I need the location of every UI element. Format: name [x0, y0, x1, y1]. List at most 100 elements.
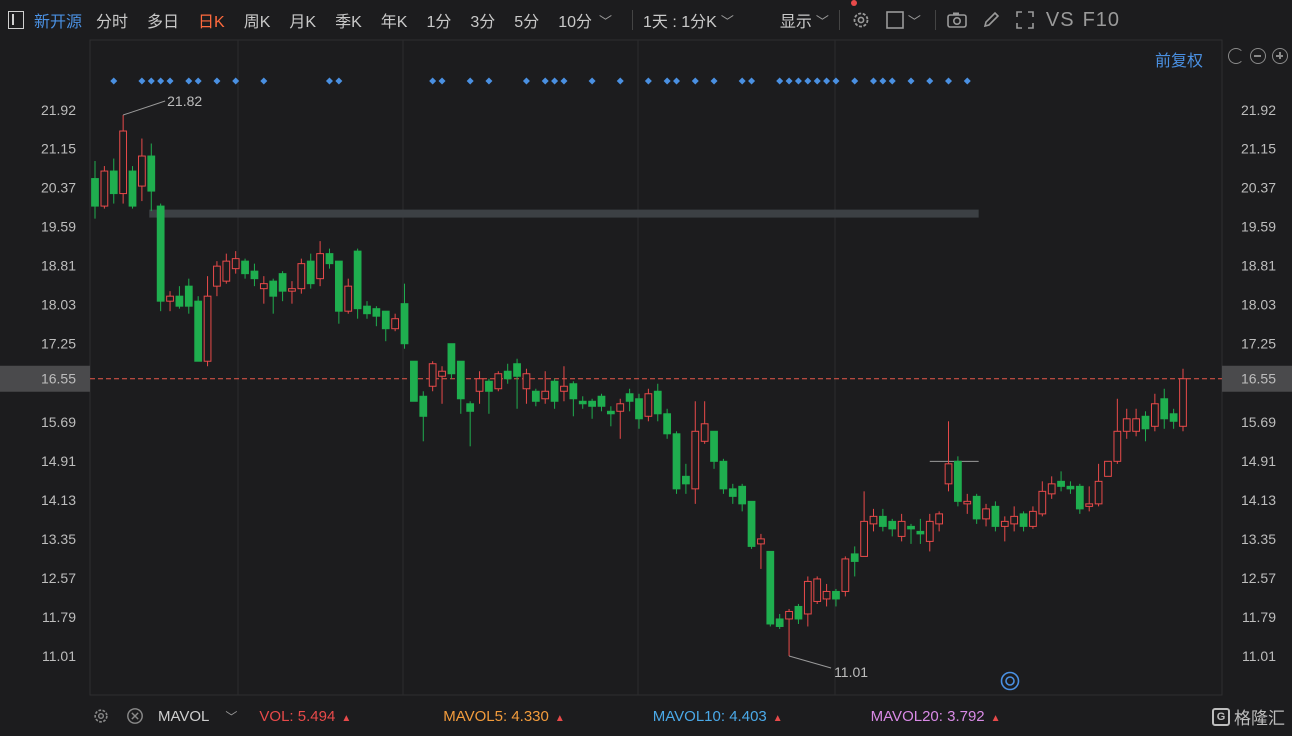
adjust-mode[interactable]: 前复权 [1155, 47, 1203, 71]
mavol20-value: 3.792 [947, 707, 985, 725]
square-icon[interactable] [884, 9, 906, 31]
low-annotation-label: 11.01 [834, 664, 868, 680]
candle-down [1141, 415, 1150, 430]
triangle-up-icon: ▲ [772, 712, 783, 724]
chart-toggle-icon[interactable] [8, 11, 24, 29]
signal-marker [194, 77, 202, 85]
candle-down [269, 280, 278, 297]
fullscreen-icon[interactable] [1014, 9, 1036, 31]
candle-up [1113, 430, 1122, 462]
candle-up [560, 385, 568, 392]
candle-up [841, 558, 850, 592]
candle-down [972, 495, 981, 520]
tab-10min[interactable]: 10分 [558, 8, 592, 32]
candle-down [241, 260, 249, 275]
candle-up [944, 463, 953, 485]
logo-icon: G [1212, 707, 1230, 726]
triangle-up-icon: ▲ [341, 712, 352, 724]
candle-down [278, 273, 287, 292]
tab-5min[interactable]: 5分 [514, 8, 539, 32]
tab-1min[interactable]: 1分 [426, 8, 451, 32]
settings-gear-icon[interactable] [92, 707, 110, 725]
low-annotation-line [788, 655, 832, 669]
candle-down [578, 400, 587, 405]
y-tick-label-left: 19.59 [41, 219, 76, 235]
tab-multi-day[interactable]: 多日 [147, 8, 179, 32]
signal-marker [551, 77, 559, 85]
tab-weekly-k[interactable]: 周K [244, 8, 271, 32]
signal-marker [663, 77, 671, 85]
chevron-down-icon[interactable]: ﹀ [225, 708, 237, 725]
close-icon[interactable] [126, 707, 144, 725]
period-selector[interactable]: 1天 : 1分K [643, 8, 717, 32]
y-tick-label-right: 16.55 [1241, 371, 1276, 387]
y-tick-label-right: 11.01 [1242, 648, 1276, 664]
candle-up [1000, 520, 1009, 527]
signal-marker [522, 77, 530, 85]
undo-icon[interactable] [1228, 48, 1244, 64]
mavol20-readout: MAVOL20: 3.792 ▲ [871, 708, 1001, 725]
candle-up [541, 390, 550, 400]
tab-daily-k[interactable]: 日K [198, 8, 225, 32]
chevron-down-icon[interactable]: ﹀ [721, 11, 734, 30]
candle-up [475, 378, 484, 392]
candle-down [531, 390, 540, 402]
tab-monthly-k[interactable]: 月K [289, 8, 316, 32]
chevron-down-icon[interactable]: ﹀ [816, 11, 829, 30]
mavol10-readout: MAVOL10: 4.403 ▲ [653, 708, 783, 725]
y-tick-label-right: 15.69 [1241, 414, 1276, 430]
settings-gear-icon[interactable] [850, 9, 872, 31]
vs-button[interactable]: VS [1046, 9, 1075, 32]
candle-down [954, 460, 962, 502]
zoom-out-icon[interactable] [1250, 48, 1266, 64]
zoom-in-icon[interactable] [1272, 48, 1288, 64]
y-tick-label-right: 11.79 [1242, 609, 1276, 625]
candle-down [597, 395, 606, 407]
tab-quarterly-k[interactable]: 季K [335, 8, 362, 32]
candle-up [1150, 403, 1159, 427]
chevron-down-icon[interactable]: ﹀ [908, 11, 921, 30]
signal-marker [963, 77, 971, 85]
candle-down [888, 520, 897, 530]
candle-down [419, 395, 428, 417]
toolbar: 新开源 分时 多日 日K 周K 月K 季K 年K 1分 3分 5分 10分 ﹀ … [0, 0, 1292, 40]
stock-name[interactable]: 新开源 [34, 8, 82, 32]
candle-up [428, 363, 437, 387]
candle-down [128, 170, 137, 207]
candlestick-chart[interactable]: 21.92 21.92 21.15 21.15 20.37 20.37 19.59 19.59… [0, 0, 1292, 696]
support-band [149, 209, 979, 218]
candle-up [1094, 480, 1103, 505]
tab-3min[interactable]: 3分 [470, 8, 495, 32]
candle-up [316, 253, 324, 280]
pencil-icon[interactable] [980, 9, 1002, 31]
signal-marker [166, 77, 174, 85]
y-tick-label-right: 14.13 [1241, 492, 1276, 508]
divider [632, 10, 634, 30]
display-menu[interactable]: 显示 [780, 8, 812, 32]
candle-down [606, 410, 615, 415]
candle-down [485, 380, 493, 392]
indicator-name[interactable]: MAVOL [158, 708, 209, 725]
candle-down [184, 285, 193, 307]
chevron-down-icon[interactable]: ﹀ [599, 11, 612, 30]
candle-down [353, 250, 362, 310]
candle-down [363, 305, 371, 315]
candle-up [119, 130, 128, 195]
candle-down [728, 488, 737, 497]
candle-down [832, 590, 840, 600]
camera-icon[interactable] [946, 9, 968, 31]
q-marker-icon-inner [1005, 676, 1015, 686]
signal-marker [213, 77, 221, 85]
signal-marker [157, 77, 165, 85]
y-tick-label-left: 16.55 [41, 371, 76, 387]
signal-marker [869, 77, 877, 85]
candle-down [456, 360, 465, 400]
f10-button[interactable]: F10 [1083, 9, 1120, 32]
zoom-controls [1228, 48, 1288, 64]
tab-timeshare[interactable]: 分时 [96, 8, 128, 32]
y-tick-label-left: 20.37 [41, 180, 76, 196]
candle-down [1066, 485, 1075, 490]
candle-up [616, 403, 625, 412]
tab-yearly-k[interactable]: 年K [381, 8, 408, 32]
candle-up [203, 295, 212, 362]
